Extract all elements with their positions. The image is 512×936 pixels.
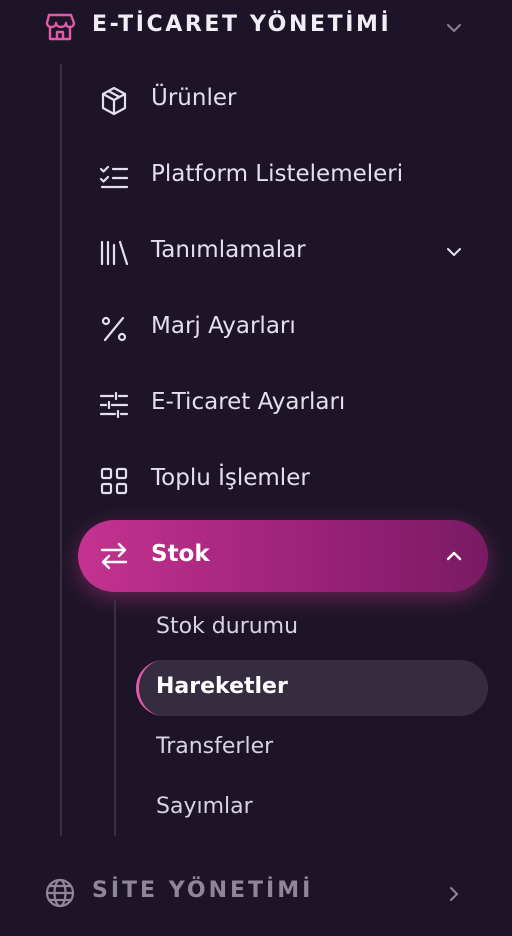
nav-label-toplu-islemler: Toplu İşlemler xyxy=(151,465,310,491)
nav-label-marj-ayarlari: Marj Ayarları xyxy=(151,313,296,339)
library-icon xyxy=(100,240,129,266)
package-icon xyxy=(101,86,127,116)
nav-tree-line xyxy=(60,64,62,836)
checklist-icon xyxy=(99,165,129,189)
nav-item-stok[interactable] xyxy=(78,520,488,592)
nav-label-tanimlamalar: Tanımlamalar xyxy=(151,237,306,263)
percent-icon xyxy=(101,316,127,342)
subnav-label-hareketler: Hareketler xyxy=(156,674,288,699)
store-icon xyxy=(45,13,76,41)
chevron-up-icon[interactable] xyxy=(443,545,465,567)
chevron-down-icon[interactable] xyxy=(443,241,465,263)
sliders-icon xyxy=(99,391,129,419)
chevron-down-icon xyxy=(447,24,461,32)
nav-label-eticaret-ayarlari: E-Ticaret Ayarları xyxy=(151,389,346,415)
nav-label-urunler: Ürünler xyxy=(151,85,237,111)
chevron-right-icon xyxy=(450,887,458,901)
section-title: E-TİCARET YÖNETİMİ xyxy=(92,12,392,37)
subnav-label-transferler: Transferler xyxy=(156,734,274,759)
grid-icon xyxy=(100,467,128,495)
subnav-label-sayimlar: Sayımlar xyxy=(156,794,253,819)
ecommerce-section-header[interactable]: E-TİCARET YÖNETİMİ xyxy=(0,0,512,56)
site-section-title: SİTE YÖNETİMİ xyxy=(92,878,314,903)
submenu-tree-line xyxy=(114,600,116,836)
arrows-swap-icon xyxy=(100,542,128,570)
nav-label-stok: Stok xyxy=(151,541,210,567)
nav-label-platform-listelemeleri: Platform Listelemeleri xyxy=(151,161,404,187)
nav-item-urunler[interactable] xyxy=(78,70,488,132)
subnav-label-stok-durumu: Stok durumu xyxy=(156,614,299,639)
globe-icon xyxy=(45,878,75,908)
